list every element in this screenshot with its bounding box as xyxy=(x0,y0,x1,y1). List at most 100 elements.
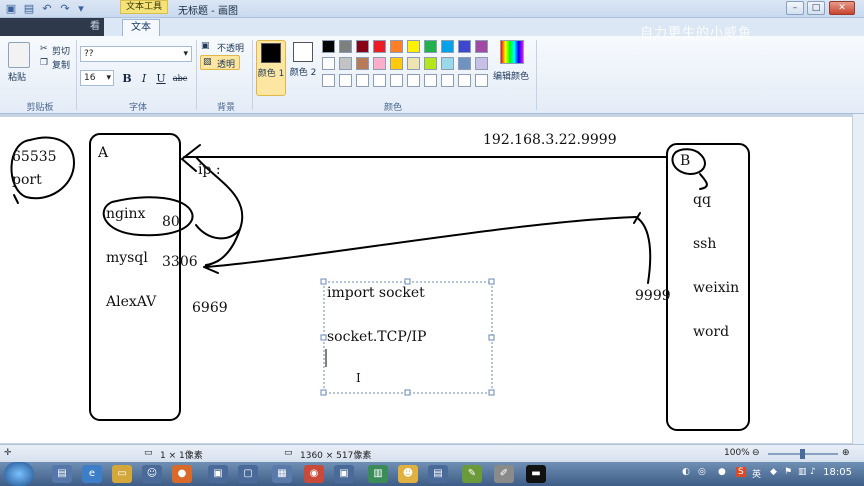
italic-button[interactable]: I xyxy=(137,72,151,86)
start-button[interactable] xyxy=(4,462,34,486)
port-mysql: 3306 xyxy=(162,254,198,270)
opaque-option[interactable]: ▣ 不透明 xyxy=(201,40,251,54)
undo-icon[interactable]: ↶ xyxy=(40,2,54,16)
cut-button[interactable]: 剪切 xyxy=(52,44,70,57)
palette-swatch[interactable] xyxy=(475,57,488,70)
clock[interactable]: 18:05 xyxy=(823,467,852,478)
bold-button[interactable]: B xyxy=(120,72,134,86)
code-line-2[interactable]: socket.TCP/IP xyxy=(327,329,426,345)
palette-swatch[interactable] xyxy=(373,74,386,87)
app-icon[interactable]: ▣ xyxy=(208,465,228,483)
redo-icon[interactable]: ↷ xyxy=(58,2,72,16)
paint-taskbar-icon[interactable]: ▦ xyxy=(272,465,292,483)
edit-colors-icon[interactable] xyxy=(500,40,524,64)
palette-swatch[interactable] xyxy=(424,74,437,87)
underline-button[interactable]: U xyxy=(154,72,168,86)
chat-icon[interactable]: ▢ xyxy=(238,465,258,483)
service-b-word: word xyxy=(693,324,730,340)
palette-swatch[interactable] xyxy=(322,40,335,53)
palette-swatch[interactable] xyxy=(441,57,454,70)
palette-swatch[interactable] xyxy=(407,74,420,87)
chevron-down-icon: ▾ xyxy=(106,73,111,83)
paste-icon[interactable] xyxy=(8,42,30,68)
palette-swatch[interactable] xyxy=(441,40,454,53)
code-line-1[interactable]: import socket xyxy=(327,285,425,301)
cursor-position-icon: ▭ xyxy=(144,448,153,458)
input-method-icon[interactable]: S xyxy=(736,467,746,477)
firefox-icon[interactable]: ● xyxy=(172,465,192,483)
palette-swatch[interactable] xyxy=(373,57,386,70)
cut-icon[interactable]: ✂ xyxy=(40,44,48,54)
palette-swatch[interactable] xyxy=(373,40,386,53)
palette-swatch[interactable] xyxy=(356,57,369,70)
palette-swatch[interactable] xyxy=(356,74,369,87)
paint-app-icon[interactable]: ▣ xyxy=(4,2,18,16)
flag-icon[interactable]: ⚑ xyxy=(784,467,792,477)
palette-swatch[interactable] xyxy=(356,40,369,53)
palette-swatch[interactable] xyxy=(424,57,437,70)
chrome-icon[interactable]: ◉ xyxy=(304,465,324,483)
font-family-select[interactable]: ?? ▾ xyxy=(80,46,192,62)
edit-colors-button[interactable]: 编辑颜色 xyxy=(493,69,529,82)
palette-swatch[interactable] xyxy=(390,57,403,70)
palette-swatch[interactable] xyxy=(475,40,488,53)
color2-button[interactable]: 颜色 2 xyxy=(288,40,318,96)
tray-icon[interactable]: ◐ xyxy=(682,467,690,477)
copy-button[interactable]: 复制 xyxy=(52,58,70,71)
palette-swatch[interactable] xyxy=(390,74,403,87)
tab-text[interactable]: 文本 xyxy=(122,19,160,36)
palette-swatch[interactable] xyxy=(339,40,352,53)
save-icon[interactable]: ▤ xyxy=(22,2,36,16)
palette-swatch[interactable] xyxy=(458,40,471,53)
folder-icon[interactable]: ▭ xyxy=(112,465,132,483)
palette-swatch[interactable] xyxy=(322,74,335,87)
font-size-select[interactable]: 16 ▾ xyxy=(80,70,114,86)
drawing-canvas[interactable]: 65535 port A ip : 192.168.3.22.9999 B ng… xyxy=(0,117,852,443)
ie-icon[interactable]: e xyxy=(82,465,102,483)
app-icon[interactable]: ▥ xyxy=(368,465,388,483)
close-button[interactable]: ✕ xyxy=(829,1,855,15)
palette-swatch[interactable] xyxy=(475,74,488,87)
palette-swatch[interactable] xyxy=(458,74,471,87)
address-label: 192.168.3.22.9999 xyxy=(483,132,617,148)
copy-icon[interactable]: ❐ xyxy=(40,58,48,68)
palette-swatch[interactable] xyxy=(339,57,352,70)
zoom-out-icon[interactable]: ⊖ xyxy=(752,448,760,458)
terminal-icon[interactable]: ▬ xyxy=(526,465,546,483)
tray-icon[interactable]: ● xyxy=(718,467,726,477)
user-icon[interactable]: ☺ xyxy=(142,465,162,483)
brush-icon[interactable]: ✐ xyxy=(494,465,514,483)
palette-swatch[interactable] xyxy=(407,57,420,70)
palette-swatch[interactable] xyxy=(322,57,335,70)
palette-swatch[interactable] xyxy=(424,40,437,53)
palette-swatch[interactable] xyxy=(339,74,352,87)
ribbon: 粘贴 ✂ 剪切 ❐ 复制 剪贴板 ?? ▾ 16 ▾ B I U abc 字体 … xyxy=(0,36,864,114)
app-icon[interactable]: ▤ xyxy=(428,465,448,483)
zoom-in-icon[interactable]: ⊕ xyxy=(842,448,850,458)
palette-swatch[interactable] xyxy=(390,40,403,53)
app-icon[interactable]: ▣ xyxy=(334,465,354,483)
color2-label: 颜色 2 xyxy=(289,68,317,78)
palette-swatch[interactable] xyxy=(441,74,454,87)
network-icon[interactable]: ▥ xyxy=(798,467,807,477)
maximize-button[interactable]: □ xyxy=(807,1,825,15)
notepad-icon[interactable]: ✎ xyxy=(462,465,482,483)
tray-icon[interactable]: ◎ xyxy=(698,467,706,477)
transparent-option[interactable]: ▧ 透明 xyxy=(200,55,240,70)
strikethrough-button[interactable]: abc xyxy=(171,72,189,86)
zoom-slider-thumb[interactable] xyxy=(800,449,805,459)
port-alexav: 6969 xyxy=(192,300,228,316)
color1-button[interactable]: 颜色 1 xyxy=(256,40,286,96)
customize-quick-access-icon[interactable]: ▾ xyxy=(74,2,88,16)
paste-button[interactable]: 粘贴 xyxy=(8,70,26,83)
tab-view[interactable]: 看 xyxy=(82,19,108,36)
qq-icon[interactable]: ☻ xyxy=(398,465,418,483)
input-language[interactable]: 英 xyxy=(752,467,761,480)
palette-swatch[interactable] xyxy=(458,57,471,70)
explorer-icon[interactable]: ▤ xyxy=(52,465,72,483)
tray-icon[interactable]: ◆ xyxy=(770,467,777,477)
vertical-scrollbar[interactable] xyxy=(852,114,864,444)
volume-icon[interactable]: ♪ xyxy=(810,467,816,477)
palette-swatch[interactable] xyxy=(407,40,420,53)
minimize-button[interactable]: – xyxy=(786,1,804,15)
